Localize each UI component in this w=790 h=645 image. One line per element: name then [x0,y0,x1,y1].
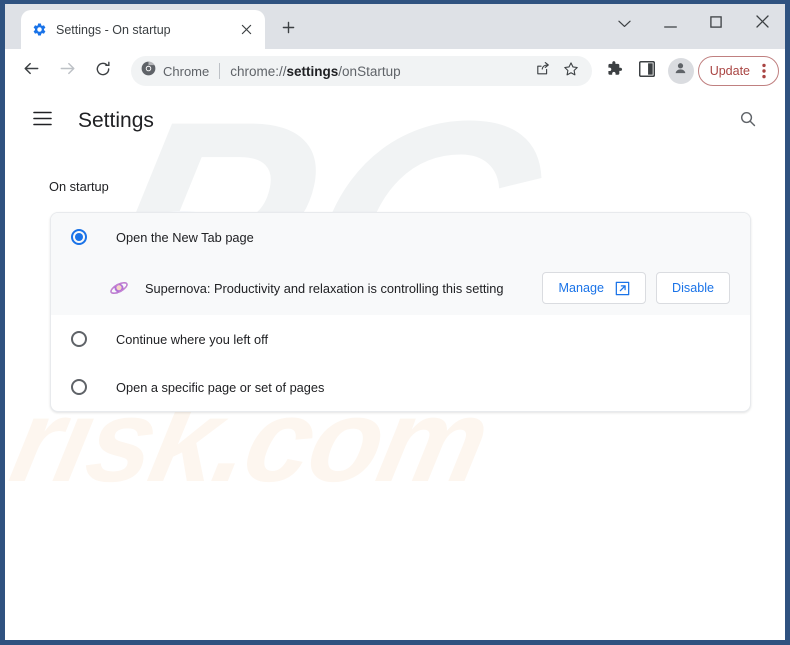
disable-button[interactable]: Disable [656,272,730,304]
close-window-button[interactable] [739,4,785,44]
radio-option-specific-pages[interactable]: Open a specific page or set of pages [51,363,750,411]
share-icon [535,61,551,82]
browser-window-screenshot: Settings - On startup Chrome chrome://se… [0,0,790,645]
radio-indicator[interactable] [71,331,87,347]
supernova-planet-icon [109,278,129,298]
maximize-button[interactable] [693,4,739,44]
back-button[interactable] [15,55,47,87]
manage-button[interactable]: Manage [542,272,646,304]
bookmark-button[interactable] [558,58,584,84]
search-settings-button[interactable] [731,104,765,138]
extension-notice-text: Supernova: Productivity and relaxation i… [145,280,504,296]
tab-search-button[interactable] [601,4,647,44]
reload-icon [94,60,112,83]
address-bar[interactable]: Chrome chrome://settings/onStartup [131,56,592,86]
settings-gear-icon [31,22,47,38]
window-controls [601,4,785,44]
manage-button-label: Manage [558,281,604,295]
minimize-button[interactable] [647,4,693,44]
extensions-button[interactable] [600,56,630,86]
radio-indicator[interactable] [71,379,87,395]
omnibox-divider [219,63,221,79]
external-link-icon [615,281,630,296]
hamburger-menu-icon [32,111,52,131]
minimize-icon [663,15,677,33]
profile-button[interactable] [667,58,694,84]
page-title: Settings [78,109,154,132]
update-button-label: Update [709,64,750,78]
search-icon [739,110,757,133]
update-button[interactable]: Update [697,56,779,86]
share-button[interactable] [530,58,556,84]
browser-toolbar: Chrome chrome://settings/onStartup Updat… [5,49,785,93]
extension-controlled-notice: Supernova: Productivity and relaxation i… [51,261,750,315]
omnibox-actions [528,58,584,84]
maximize-icon [710,15,722,33]
avatar-icon [673,61,688,81]
hamburger-menu-button[interactable] [27,106,57,136]
tab-title: Settings - On startup [56,22,171,37]
side-panel-icon [638,60,655,82]
radio-option-new-tab-page[interactable]: Open the New Tab page [51,213,750,261]
chevron-down-icon [617,15,631,33]
radio-label: Continue where you left off [116,331,269,347]
radio-option-continue-where-left-off[interactable]: Continue where you left off [51,315,750,363]
side-panel-button[interactable] [632,56,662,86]
omnibox-chrome-chip: Chrome [141,61,209,81]
omnibox-url: chrome://settings/onStartup [230,64,527,79]
close-icon[interactable] [237,21,255,39]
on-startup-card: Open the New Tab page Supernova: Product… [50,212,751,412]
url-prefix: chrome:// [230,63,287,79]
back-arrow-icon [22,59,41,83]
disable-button-label: Disable [672,281,714,295]
forward-arrow-icon [58,59,77,83]
puzzle-piece-icon [606,60,623,82]
omnibox-chip-label: Chrome [163,63,210,79]
radio-label: Open the New Tab page [116,229,254,245]
star-icon [563,61,579,82]
forward-button[interactable] [51,55,83,87]
radio-indicator-selected[interactable] [71,229,87,245]
tab-strip: Settings - On startup [5,4,785,49]
url-host: settings [286,63,339,79]
browser-tab-settings[interactable]: Settings - On startup [21,10,265,49]
settings-page: PC risk.com Settings [5,93,785,640]
reload-button[interactable] [87,55,119,87]
new-tab-button[interactable] [275,17,301,43]
chrome-logo-icon [141,61,156,81]
plus-icon [282,21,295,39]
url-path: /onStartup [338,63,401,79]
browser-window: Settings - On startup Chrome chrome://se… [0,0,790,645]
section-label-on-startup: On startup [49,179,109,194]
three-dots-vertical-icon[interactable] [755,60,773,82]
settings-header: Settings [5,93,785,149]
close-icon [755,15,769,33]
radio-label: Open a specific page or set of pages [116,379,325,395]
